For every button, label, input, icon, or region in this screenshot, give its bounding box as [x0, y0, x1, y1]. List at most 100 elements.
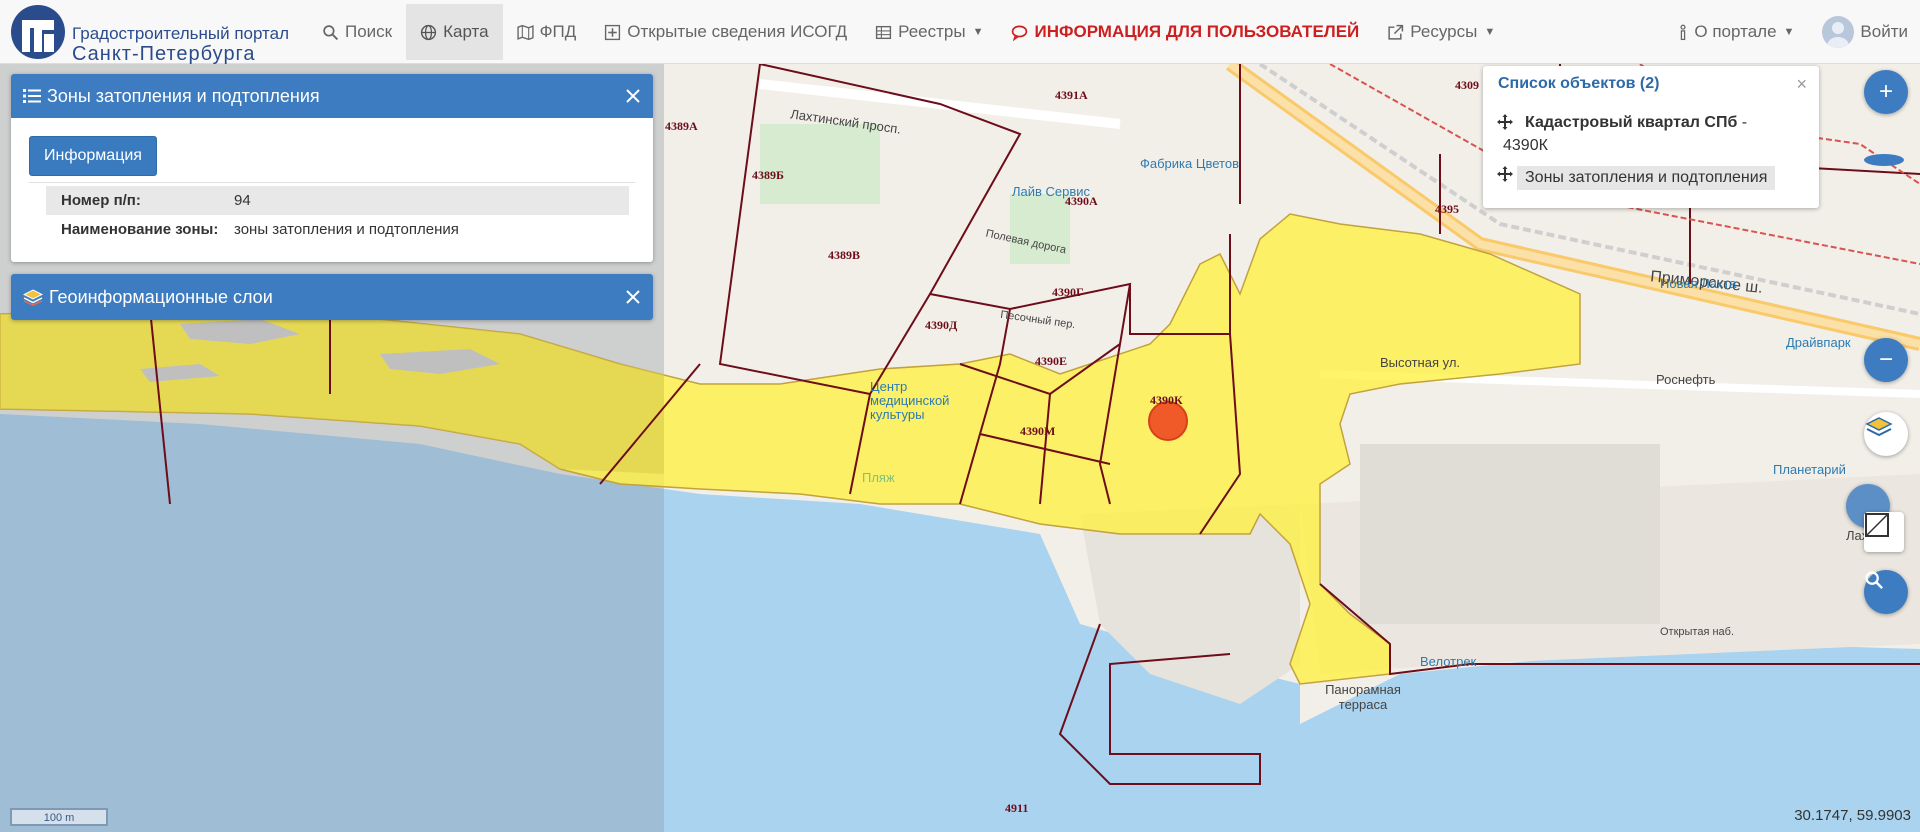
nav-registries-label: Реестры	[898, 22, 966, 41]
poi-label: Лайв Сервис	[1012, 184, 1091, 199]
attribute-key: Номер п/п:	[61, 192, 141, 209]
plus-icon: +	[1878, 78, 1893, 105]
layers-panel-title: Геоинформационные слои	[49, 286, 273, 307]
zone-info-panel: Зоны затопления и подтопления Информация…	[11, 74, 653, 262]
external-link-icon	[1388, 24, 1404, 40]
nav-login-label: Войти	[1860, 22, 1908, 41]
quarter-label: 4389А	[665, 119, 698, 133]
quarter-label: 4391А	[1055, 88, 1088, 102]
quarter-label: 4395	[1435, 202, 1459, 216]
attribute-row: Номер п/п: 94	[46, 186, 629, 215]
attribute-value: 94	[234, 192, 251, 209]
cursor-coordinates: 30.1747, 59.9903	[1794, 807, 1911, 824]
scale-bar: 100 m	[10, 808, 108, 826]
attribute-value: зоны затопления и подтопления	[234, 221, 459, 238]
poi-label: Панорамная терраса	[1325, 682, 1401, 712]
nav-fpd[interactable]: ФПД	[503, 4, 591, 60]
object-separator: -	[1737, 114, 1748, 131]
nav-resources-label: Ресурсы	[1410, 22, 1478, 41]
nav-isogd[interactable]: Открытые сведения ИСОГД	[590, 4, 861, 60]
nav-user-info-label: ИНФОРМАЦИЯ ДЛЯ ПОЛЬЗОВАТЕЛЕЙ	[1034, 22, 1360, 41]
move-icon	[1497, 166, 1513, 182]
close-icon[interactable]	[623, 287, 643, 307]
divider	[29, 182, 635, 183]
caret-down-icon: ▼	[972, 26, 984, 38]
nav-login[interactable]: Войти	[1808, 4, 1920, 60]
logo-line2: Санкт-Петербурга	[72, 43, 256, 65]
layers-button[interactable]	[1864, 412, 1908, 456]
quarter-label: 4309	[1455, 78, 1479, 92]
nav-about-label: О портале	[1694, 22, 1777, 41]
close-icon[interactable]: ×	[1796, 74, 1807, 95]
info-button[interactable]: Информация	[29, 136, 157, 176]
info-icon	[1680, 24, 1686, 40]
poi-label: Роснефть	[1656, 372, 1716, 387]
poi-label: Драйвпарк	[1786, 335, 1851, 350]
poi-label: Велотрек	[1420, 654, 1477, 669]
measure-icon	[1865, 513, 1889, 537]
zone-panel-title: Зоны затопления и подтопления	[47, 85, 320, 106]
nav-map[interactable]: Карта	[406, 4, 503, 60]
poi-label: Пляж	[862, 470, 895, 485]
nav-user-info[interactable]: ИНФОРМАЦИЯ ДЛЯ ПОЛЬЗОВАТЕЛЕЙ	[997, 4, 1373, 60]
quarter-label: 4390К	[1150, 393, 1183, 407]
attribute-row: Наименование зоны: зоны затопления и под…	[46, 215, 629, 244]
nav-fpd-label: ФПД	[539, 22, 577, 41]
nav-isogd-label: Открытые сведения ИСОГД	[627, 22, 848, 41]
nav-right: О портале ▼ Войти	[1664, 4, 1920, 60]
nav-map-label: Карта	[443, 22, 489, 41]
search-icon	[323, 24, 339, 40]
measure-button[interactable]	[1864, 512, 1904, 552]
attribute-table: Номер п/п: 94 Наименование зоны: зоны за…	[46, 186, 629, 244]
logo-icon	[11, 5, 65, 59]
logo-line1: Градостроительный портал	[72, 24, 290, 43]
layers-panel-header[interactable]: Геоинформационные слои	[11, 274, 653, 320]
object-list-item[interactable]: Зоны затопления и подтопления	[1497, 166, 1776, 190]
search-map-button[interactable]	[1864, 570, 1908, 614]
minus-icon: −	[1878, 346, 1893, 373]
map-icon	[516, 24, 534, 40]
object-list-item[interactable]: Кадастровый квартал СПб - 4390К	[1497, 114, 1747, 155]
poi-label: Центр медицинской культуры	[870, 379, 950, 422]
plus-square-icon	[605, 24, 621, 40]
object-name: Зоны затопления и подтопления	[1517, 166, 1776, 190]
layers-icon	[1865, 417, 1893, 437]
quarter-label: 4911	[1005, 801, 1029, 815]
attribute-key: Наименование зоны:	[61, 221, 219, 238]
close-icon[interactable]	[623, 86, 643, 106]
poi-label: Фабрика Цветов	[1140, 156, 1239, 171]
caret-down-icon: ▼	[1484, 26, 1496, 38]
nav-search[interactable]: Поиск	[308, 4, 406, 60]
zone-panel-header[interactable]: Зоны затопления и подтопления	[11, 74, 653, 118]
list-icon	[23, 89, 41, 103]
object-list-popup: Список объектов (2) × Кадастровый кварта…	[1483, 66, 1819, 208]
globe-icon	[421, 24, 437, 40]
street-label: Высотная ул.	[1380, 355, 1461, 370]
quarter-label: 4390Г	[1052, 285, 1084, 299]
quarter-label: 4389В	[828, 248, 861, 262]
caret-down-icon: ▼	[1783, 26, 1795, 38]
portal-logo[interactable]: Градостроительный портал Санкт-Петербург…	[10, 4, 289, 65]
zoom-in-button[interactable]: +	[1864, 70, 1908, 114]
poi-label: Планетарий	[1773, 462, 1846, 477]
table-icon	[876, 25, 892, 39]
chat-icon	[1012, 24, 1028, 41]
main-nav: Поиск Карта ФПД Открытые сведения ИСОГД …	[308, 4, 1509, 60]
object-id: 4390К	[1503, 137, 1548, 154]
poi-label: Новая Лахта	[1660, 276, 1737, 291]
object-list-title: Список объектов (2)	[1498, 75, 1660, 92]
layers-panel: Геоинформационные слои	[11, 274, 653, 320]
top-navbar: Градостроительный портал Санкт-Петербург…	[0, 0, 1920, 65]
quarter-label: 4390М	[1020, 424, 1056, 438]
nav-resources[interactable]: Ресурсы ▼	[1373, 4, 1509, 60]
user-avatar-icon	[1822, 16, 1855, 48]
quarter-label: 4390Д	[925, 318, 958, 332]
zoom-out-button[interactable]: −	[1864, 338, 1908, 382]
quarter-label: 4389Б	[752, 168, 784, 182]
zoom-slider[interactable]	[1864, 154, 1904, 166]
nav-search-label: Поиск	[345, 22, 393, 41]
street-label: Открытая наб.	[1660, 626, 1735, 638]
quarter-label: 4390Е	[1035, 354, 1068, 368]
nav-about[interactable]: О портале ▼	[1664, 4, 1808, 60]
nav-registries[interactable]: Реестры ▼	[861, 4, 997, 60]
